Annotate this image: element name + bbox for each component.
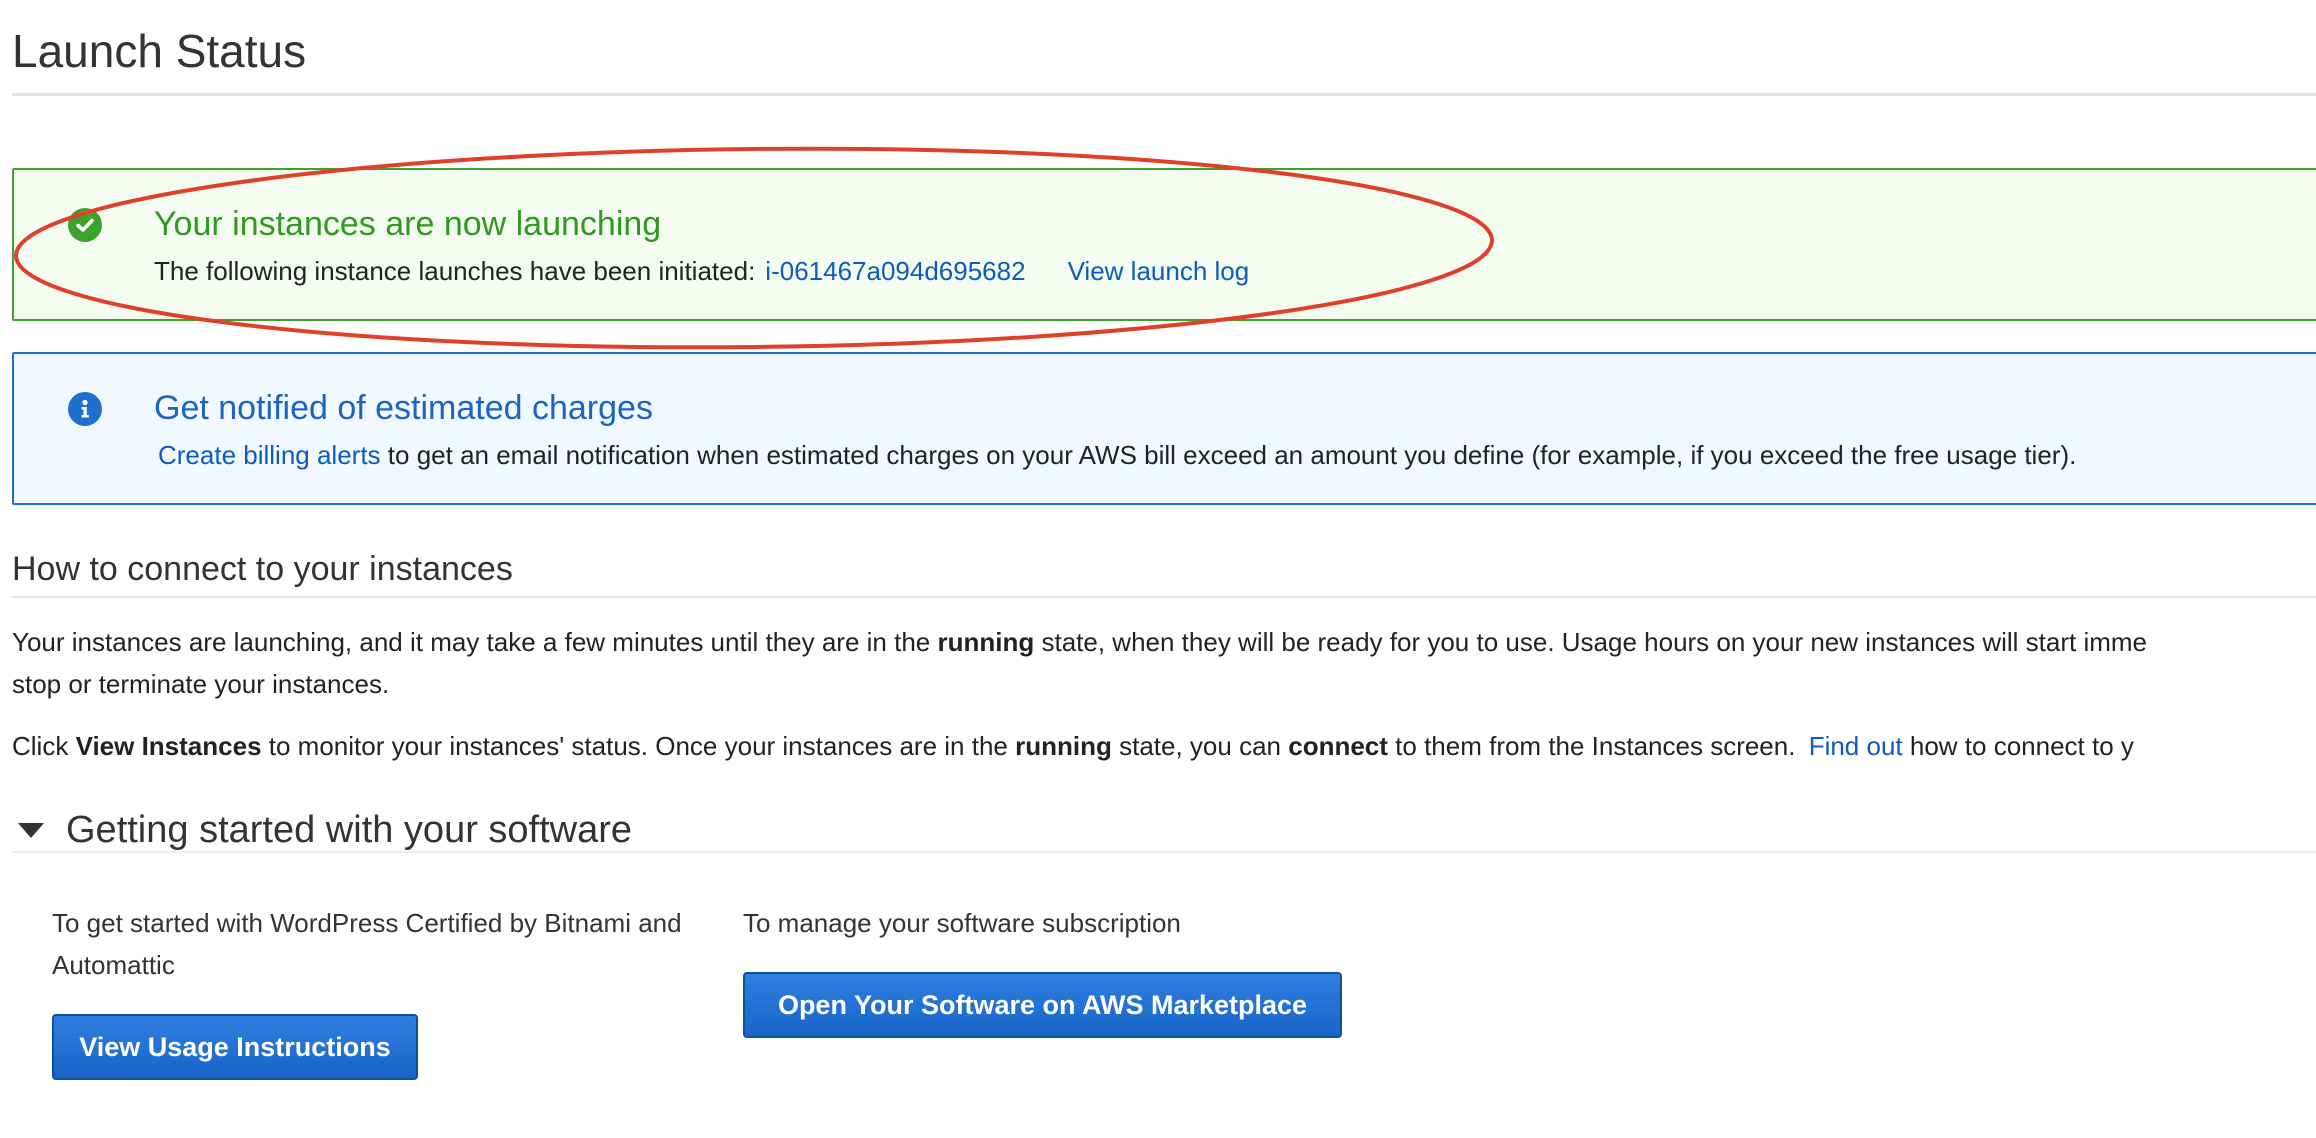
running-state-bold: running bbox=[937, 627, 1035, 657]
info-heading: Get notified of estimated charges bbox=[154, 389, 653, 427]
info-circle-icon bbox=[68, 392, 102, 426]
view-instances-bold: View Instances bbox=[75, 731, 262, 761]
getting-started-divider bbox=[12, 851, 2316, 853]
success-body: The following instance launches have bee… bbox=[154, 254, 1249, 288]
view-launch-log-link[interactable]: View launch log bbox=[1068, 256, 1250, 286]
instance-id-link[interactable]: i-061467a094d695682 bbox=[765, 256, 1025, 286]
view-instances-paragraph: Click View Instances to monitor your ins… bbox=[12, 731, 2134, 761]
billing-info-alert: Get notified of estimated charges Create… bbox=[12, 352, 2316, 505]
launching-paragraph-line2: stop or terminate your instances. bbox=[12, 669, 390, 699]
usage-instructions-text: To get started with WordPress Certified … bbox=[52, 908, 682, 980]
check-circle-icon bbox=[68, 208, 102, 242]
success-heading: Your instances are now launching bbox=[154, 205, 662, 243]
open-aws-marketplace-button[interactable]: Open Your Software on AWS Marketplace bbox=[743, 972, 1342, 1038]
launch-success-alert: Your instances are now launching The fol… bbox=[12, 168, 2316, 321]
info-body-text: to get an email notification when estima… bbox=[387, 440, 2077, 470]
running-bold: running bbox=[1015, 731, 1112, 761]
launching-paragraph: Your instances are launching, and it may… bbox=[12, 621, 2316, 705]
title-divider bbox=[12, 93, 2316, 96]
connect-section-divider bbox=[12, 596, 2316, 598]
launching-paragraph-line1: Your instances are launching, and it may… bbox=[12, 627, 2148, 657]
view-usage-instructions-button[interactable]: View Usage Instructions bbox=[52, 1014, 418, 1080]
getting-started-title: Getting started with your software bbox=[66, 809, 633, 851]
success-body-text: The following instance launches have bee… bbox=[154, 256, 756, 286]
caret-down-icon bbox=[18, 822, 44, 838]
create-billing-alerts-link[interactable]: Create billing alerts bbox=[158, 440, 381, 470]
find-out-link[interactable]: Find out bbox=[1809, 731, 1903, 761]
page-title: Launch Status bbox=[12, 25, 307, 77]
info-body: Create billing alerts to get an email no… bbox=[154, 438, 2076, 472]
connect-section-title: How to connect to your instances bbox=[12, 550, 513, 588]
getting-started-toggle[interactable]: Getting started with your software bbox=[12, 807, 632, 853]
subscription-text: To manage your software subscription bbox=[743, 908, 1181, 938]
connect-bold: connect bbox=[1288, 731, 1388, 761]
